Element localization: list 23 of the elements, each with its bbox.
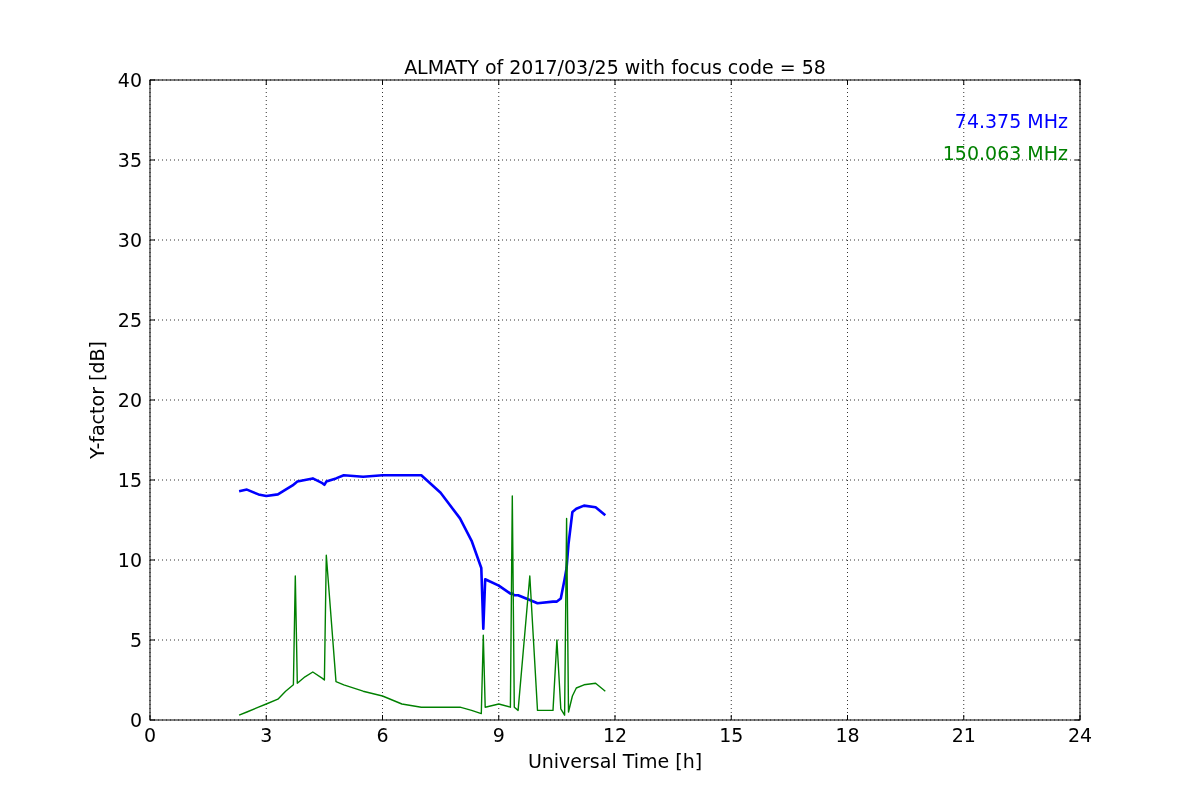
tick-label: 25 — [117, 309, 142, 331]
tick-label: 15 — [117, 469, 142, 491]
tick-label: 20 — [117, 389, 142, 411]
tick-label: 24 — [1067, 724, 1093, 746]
tick-label: 5 — [129, 629, 142, 651]
tick-label: 0 — [143, 724, 157, 746]
tick-label: 9 — [492, 724, 505, 746]
tick-label: 3 — [260, 724, 273, 746]
tick-label: 12 — [602, 724, 628, 746]
tick-label: 0 — [129, 709, 142, 731]
tick-label: 30 — [117, 229, 142, 251]
legend-label: 150.063 MHz — [942, 142, 1068, 164]
tick-label: 21 — [951, 724, 976, 746]
y-axis-label: Y-factor [dB] — [86, 341, 108, 459]
tick-label: 35 — [117, 149, 142, 171]
tick-label: 40 — [117, 69, 142, 91]
tick-label: 10 — [117, 549, 142, 571]
x-axis-label: Universal Time [h] — [527, 750, 703, 772]
chart-title: ALMATY of 2017/03/25 with focus code = 58 — [404, 56, 826, 78]
tick-label: 18 — [835, 724, 860, 746]
legend-label: 74.375 MHz — [954, 110, 1068, 132]
tick-label: 6 — [376, 724, 389, 746]
tick-label: 15 — [719, 724, 744, 746]
